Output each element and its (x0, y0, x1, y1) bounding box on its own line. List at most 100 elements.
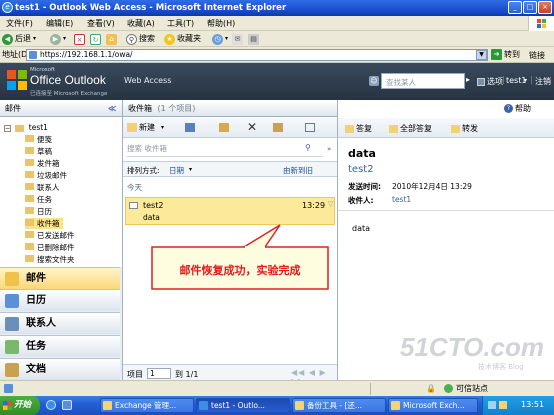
folder-inbox[interactable]: 收件箱 (25, 218, 63, 229)
nav-contacts-button[interactable]: 联系人 (0, 312, 120, 334)
collapse-nav-icon[interactable]: ≪ (108, 100, 116, 117)
tree-collapse-icon[interactable]: − (4, 124, 11, 132)
folder-icon (25, 135, 34, 142)
star-icon: ★ (164, 33, 175, 45)
close-icon[interactable]: ✕ (247, 120, 257, 134)
menu-file[interactable]: 文件(F) (6, 18, 33, 29)
folder-contacts[interactable]: 联系人 (25, 182, 60, 193)
folder-notes[interactable]: 便笺 (25, 134, 52, 145)
go-button[interactable]: ➜ 转到 (491, 49, 520, 61)
history-button[interactable]: ◷ ▾ (212, 32, 228, 46)
system-tray: 13:51 (482, 396, 554, 415)
clock: 13:51 (521, 400, 545, 409)
folder-deleted[interactable]: 已删除邮件 (25, 242, 75, 253)
reply-all-button[interactable]: 全部答复 (389, 123, 432, 134)
folder-junk[interactable]: 垃圾邮件 (25, 170, 67, 181)
folder-icon (25, 171, 34, 178)
flag-icon[interactable]: ▽ (328, 200, 333, 208)
sort-dropdown-icon[interactable]: ▾ (189, 166, 192, 173)
sort-bar: 排列方式: 日期 ▾ 由新到旧 (123, 161, 337, 177)
delete-icon[interactable] (185, 123, 195, 132)
taskbar-item-owa[interactable]: test1 - Outlo... (196, 398, 290, 413)
nav-mail-button[interactable]: 邮件 (0, 267, 120, 289)
history-icon: ◷ (212, 33, 223, 45)
reading-toolbar: 答复 全部答复 转发 (338, 118, 554, 138)
network-icon[interactable] (488, 401, 496, 409)
page-icon (29, 51, 37, 59)
home-icon: ⌂ (106, 33, 117, 45)
logout-link[interactable]: 注销 (535, 76, 551, 87)
stop-button[interactable]: × (74, 32, 87, 46)
taskbar-item-exchange[interactable]: Microsoft Exch... (388, 398, 478, 413)
list-search-input[interactable]: 搜索 收件箱 ⚲ (127, 143, 323, 157)
reading-body: data (352, 224, 371, 233)
categorize-icon[interactable] (273, 123, 283, 132)
view-icon[interactable] (305, 123, 315, 132)
address-dropdown-icon[interactable]: ▼ (476, 50, 487, 60)
to-value[interactable]: test1 (392, 195, 411, 204)
folder-sent[interactable]: 已发送邮件 (25, 230, 75, 241)
nav-tasks-button[interactable]: 任务 (0, 335, 120, 357)
sent-value: 2010年12月4日 13:29 (392, 182, 472, 191)
options-link[interactable]: 选项 (487, 76, 503, 87)
favorites-button[interactable]: ★ 收藏夹 (164, 32, 201, 46)
folder-drafts[interactable]: 草稿 (25, 146, 52, 157)
start-button[interactable]: 开始 (0, 396, 40, 415)
sort-order[interactable]: 由新到旧 (283, 165, 313, 176)
folder-search[interactable]: 搜索文件夹 (25, 254, 75, 265)
message-row[interactable]: test2 13:29 ▽ data (125, 197, 335, 225)
refresh-button[interactable]: ↻ (90, 32, 103, 46)
move-icon[interactable] (219, 123, 229, 132)
taskbar-item-backup[interactable]: 备份工具 - [还... (292, 398, 386, 413)
folder-tasks[interactable]: 任务 (25, 194, 52, 205)
search-icon: ⚲ (126, 33, 137, 45)
page-input[interactable]: 1 (147, 368, 171, 379)
list-title: 收件箱 (128, 104, 152, 113)
new-button[interactable]: 新建 ▾ (127, 122, 164, 133)
menu-edit[interactable]: 编辑(E) (46, 18, 73, 29)
reply-icon (345, 124, 354, 133)
folder-root[interactable]: − test1 (4, 122, 48, 133)
taskbar-item-exchange-manager[interactable]: Exchange 管理... (100, 398, 194, 413)
folder-outbox[interactable]: 发件箱 (25, 158, 60, 169)
links-label[interactable]: 链接 (529, 50, 545, 61)
back-button[interactable]: ◀ 后退 ▾ (2, 32, 36, 46)
nav-buttons: 邮件 日历 联系人 任务 文档 (0, 267, 122, 380)
search-go-icon[interactable]: ▸ (466, 75, 470, 84)
menu-tools[interactable]: 工具(T) (167, 18, 194, 29)
folder-icon (25, 243, 34, 250)
menu-favorites[interactable]: 收藏(A) (127, 18, 155, 29)
ie-quicklaunch-icon[interactable] (46, 400, 56, 410)
tray-icon[interactable] (499, 401, 507, 409)
folder-tree: − test1 便笺 草稿 发件箱 垃圾邮件 联系人 任务 日历 收件箱 已发送… (0, 117, 122, 269)
expand-search-icon[interactable]: » (327, 145, 331, 153)
search-icon[interactable]: ⚲ (305, 143, 311, 152)
search-button[interactable]: ⚲ 搜索 (126, 32, 155, 46)
forward-button[interactable]: ▶ ▾ (50, 32, 66, 46)
mail-button[interactable]: ✉ (232, 32, 245, 46)
address-input[interactable]: https://192.168.1.1/owa/ (26, 49, 488, 61)
desktop-quicklaunch-icon[interactable] (62, 400, 72, 410)
find-person-input[interactable]: 查找某人 (381, 73, 465, 89)
close-button[interactable]: × (538, 1, 552, 14)
menu-help[interactable]: 帮助(H) (207, 18, 235, 29)
message-sender: test2 (143, 201, 164, 210)
app-icon (391, 401, 400, 410)
reading-sender[interactable]: test2 (348, 164, 374, 175)
message-subject: data (143, 213, 160, 222)
help-button[interactable]: ? 帮助 (504, 103, 531, 114)
user-dropdown-icon[interactable]: ▾ (524, 77, 527, 84)
minimize-button[interactable]: _ (508, 1, 522, 14)
print-button[interactable]: ▤ (248, 32, 261, 46)
nav-documents-button[interactable]: 文档 (0, 358, 120, 380)
windows-logo-icon (3, 401, 12, 410)
menu-view[interactable]: 查看(V) (87, 18, 115, 29)
folder-calendar[interactable]: 日历 (25, 206, 52, 217)
folder-icon (25, 183, 34, 190)
home-button[interactable]: ⌂ (106, 32, 119, 46)
forward-button[interactable]: 转发 (451, 123, 478, 134)
nav-calendar-button[interactable]: 日历 (0, 289, 120, 311)
sort-by-date[interactable]: 日期 (169, 165, 184, 176)
reply-button[interactable]: 答复 (345, 123, 372, 134)
maximize-button[interactable]: □ (523, 1, 537, 14)
